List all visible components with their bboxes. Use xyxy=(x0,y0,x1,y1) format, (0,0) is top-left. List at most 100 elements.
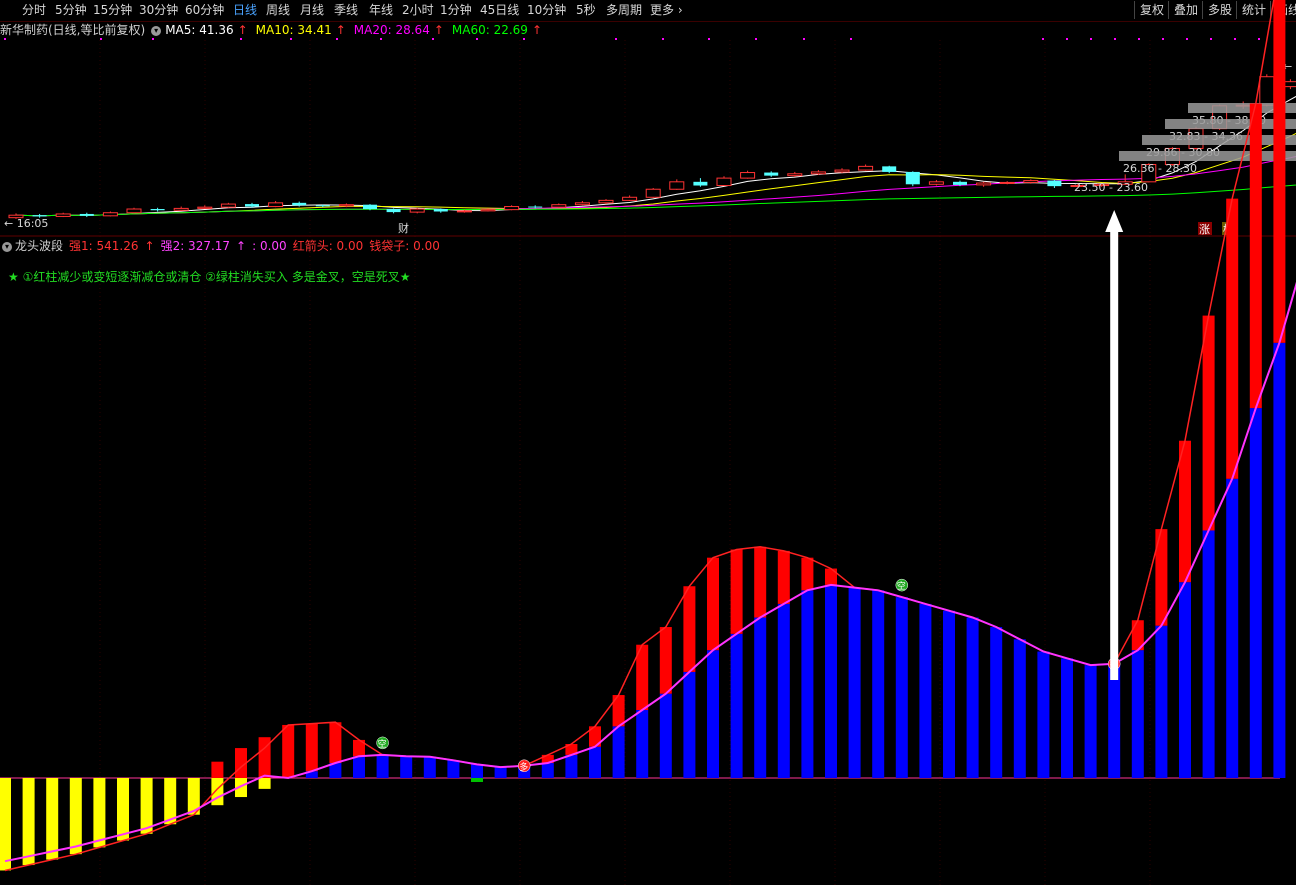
blue-bar xyxy=(919,603,932,778)
indicator-settings-icon[interactable]: ▾ xyxy=(2,241,12,252)
red-bar xyxy=(1273,0,1286,343)
candle-body xyxy=(220,203,236,208)
top-marker-dot xyxy=(1210,38,1212,40)
blue-bar xyxy=(1155,625,1168,778)
candle-body xyxy=(173,207,189,211)
red-bar xyxy=(1226,198,1239,479)
blue-bar xyxy=(943,610,955,778)
yellow-bar xyxy=(117,778,129,841)
top-marker-dot xyxy=(476,38,478,40)
red-bar xyxy=(683,586,696,672)
strength1-line xyxy=(4,0,1275,872)
indicator-info-bar: ▾ 龙头波段 强1: 541.26 ↑ 强2: 327.17 ↑: 0.00 红箭头: 0.… xyxy=(0,237,446,255)
blue-bar xyxy=(777,603,790,778)
top-marker-dot xyxy=(1042,38,1044,40)
blue-bar xyxy=(1249,408,1262,778)
blue-bar xyxy=(1179,582,1191,778)
candle-body xyxy=(433,209,448,212)
candle-body xyxy=(669,181,685,190)
candle-body xyxy=(480,209,496,212)
green-bar xyxy=(471,778,483,782)
red-bar xyxy=(777,550,790,604)
top-marker-dot xyxy=(1234,38,1236,40)
red-bar xyxy=(211,761,224,778)
top-marker-dot xyxy=(1258,38,1260,40)
top-marker-dot xyxy=(432,38,434,40)
red-bar xyxy=(659,627,672,694)
candle-body xyxy=(386,209,401,213)
candle-body xyxy=(292,202,307,206)
red-bar xyxy=(1179,440,1191,583)
candle-body xyxy=(197,206,213,209)
candle-body xyxy=(1259,76,1275,106)
blue-bar xyxy=(1013,639,1026,778)
strength2-line xyxy=(4,281,1296,863)
yellow-bar xyxy=(0,778,11,871)
red-bar xyxy=(1202,315,1215,531)
yellow-bar xyxy=(69,778,82,855)
indicator-note: ★ ①红柱减少或变短逐渐减仓或清仓 ②绿柱消失买入 多是金叉，空是死叉★ xyxy=(8,270,411,284)
candle-body xyxy=(55,213,71,217)
candle-body xyxy=(953,181,967,185)
red-bar xyxy=(801,557,814,591)
blue-bar xyxy=(707,650,719,778)
top-marker-dot xyxy=(523,38,525,40)
candle-body xyxy=(905,171,920,185)
chart-canvas[interactable]: 35.80 - 38.0032.83 - 34.3629.86 - 30.802… xyxy=(0,0,1296,885)
indicator-up-arrow-icon: ↑ xyxy=(144,239,155,253)
candle-body xyxy=(999,181,1015,184)
top-marker-dot xyxy=(1066,38,1068,40)
event-marker: 财 xyxy=(398,221,409,235)
candle-body xyxy=(409,208,425,213)
right-tag: 涨 xyxy=(1199,223,1210,236)
indicator-up-arrow-icon: ↑ xyxy=(236,239,247,253)
top-marker-dot xyxy=(100,38,102,40)
blue-bar xyxy=(872,590,885,778)
blue-bar xyxy=(848,587,861,778)
indicator-value-3: 红箭头: 0.00 xyxy=(292,239,364,253)
candle-body xyxy=(363,204,377,210)
candle-body xyxy=(456,210,472,213)
top-marker-dot xyxy=(803,38,805,40)
top-marker-dot xyxy=(1138,38,1140,40)
candle-body xyxy=(150,209,165,211)
blue-bar xyxy=(895,597,908,778)
yellow-bar xyxy=(258,778,271,789)
candle-body xyxy=(102,212,118,217)
top-marker-dot xyxy=(1090,38,1092,40)
candle-body xyxy=(268,202,284,208)
indicator-legend: 强1: 541.26 ↑ 强2: 327.17 ↑: 0.00 红箭头: 0.00 钱袋子… xyxy=(69,239,446,253)
candle-body xyxy=(764,172,779,176)
candle-body xyxy=(716,177,732,187)
yellow-bar xyxy=(46,778,59,860)
blue-bar xyxy=(447,760,460,778)
indicator-name[interactable]: 龙头波段 xyxy=(15,239,63,253)
blue-bar xyxy=(1061,658,1073,778)
candle-body xyxy=(315,205,330,207)
top-marker-dot xyxy=(1114,38,1116,40)
blue-bar xyxy=(353,756,365,778)
buy-arrow-icon xyxy=(1105,210,1124,680)
blue-bar xyxy=(1108,663,1121,778)
yellow-bar xyxy=(22,778,35,866)
top-marker-dot xyxy=(290,38,292,40)
blue-bar xyxy=(825,584,837,778)
blue-bar xyxy=(1131,650,1144,778)
top-marker-dot xyxy=(1162,38,1164,40)
red-bar xyxy=(1249,103,1262,409)
candle-body xyxy=(551,204,567,208)
ma10-line xyxy=(15,132,1296,217)
red-bar xyxy=(282,724,295,778)
candle-body xyxy=(810,171,826,175)
candle-body xyxy=(645,188,661,198)
blue-bar xyxy=(966,617,979,778)
price-range-bar xyxy=(1119,151,1296,161)
candle-body xyxy=(928,181,944,185)
top-marker-dot xyxy=(4,38,6,40)
red-bar xyxy=(305,723,318,772)
blue-bar xyxy=(471,764,483,778)
signal-buy-label: 多 xyxy=(519,761,528,773)
price-range-bar xyxy=(1142,135,1296,145)
indicator-value-4: 钱袋子: 0.00 xyxy=(369,239,440,253)
candle-body xyxy=(976,182,992,186)
